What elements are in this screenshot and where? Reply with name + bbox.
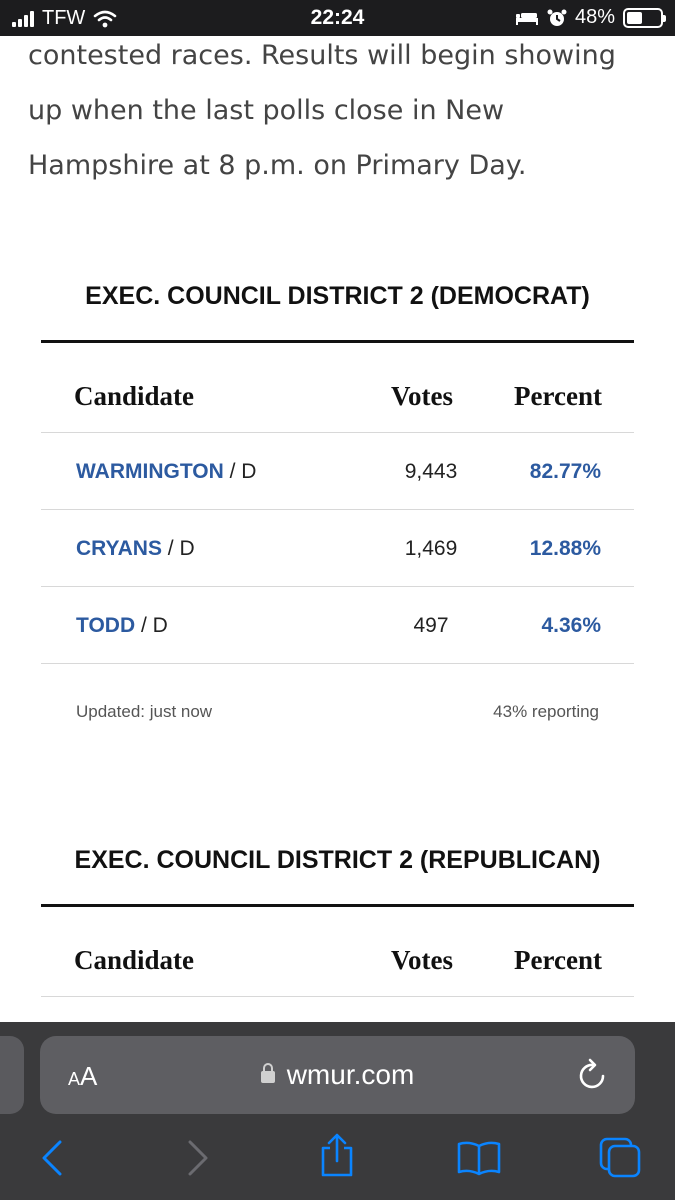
candidate-party: / D	[161, 537, 195, 560]
article-line: Hampshire at 8 p.m. on Primary Day.	[28, 150, 527, 181]
column-percent: Percent	[514, 945, 602, 975]
updated-label: Updated: just now	[76, 702, 213, 721]
column-candidate: Candidate	[74, 945, 195, 975]
article-text: contested races. Results will begin show…	[28, 28, 628, 193]
table-header: Candidate Votes Percent	[41, 907, 634, 997]
table-header: Candidate Votes Percent	[41, 343, 634, 433]
browser-bottom-bar: AA wmur.com	[0, 1022, 675, 1200]
bed-icon	[515, 12, 538, 25]
share-icon[interactable]	[318, 1132, 356, 1178]
battery-percent: 48%	[574, 6, 615, 28]
race-title: EXEC. COUNCIL DISTRICT 2 (DEMOCRAT)	[85, 282, 590, 310]
reporting-label: 43% reporting	[493, 702, 599, 721]
status-right: 48%	[515, 6, 666, 29]
domain-label: wmur.com	[286, 1059, 415, 1090]
table-row: WARMINGTON / D 9,443 82.77%	[41, 433, 634, 510]
vote-percent: 4.36%	[541, 614, 601, 637]
column-candidate: Candidate	[74, 381, 195, 411]
reload-icon[interactable]	[577, 1057, 609, 1091]
battery-icon	[623, 7, 666, 28]
candidate-party: / D	[223, 460, 257, 483]
vote-count: 497	[413, 614, 449, 637]
column-votes: Votes	[391, 381, 454, 411]
alarm-icon	[547, 9, 567, 26]
column-votes: Votes	[391, 945, 454, 975]
back-icon[interactable]	[38, 1138, 66, 1178]
table-row: TODD / D 497 4.36%	[41, 587, 634, 664]
column-percent: Percent	[514, 381, 602, 411]
table-row: CRYANS / D 1,469 12.88%	[41, 510, 634, 587]
race-results-republican: EXEC. COUNCIL DISTRICT 2 (REPUBLICAN) Ca…	[41, 846, 634, 997]
candidate-party: / D	[135, 614, 168, 637]
address-bar[interactable]: AA wmur.com	[40, 1036, 635, 1114]
url-display[interactable]: wmur.com	[40, 1059, 635, 1091]
lock-icon	[260, 1063, 275, 1083]
candidate-link[interactable]: WARMINGTON	[76, 460, 224, 483]
tabs-icon[interactable]	[598, 1136, 644, 1178]
race-footer: Updated: just now 43% reporting	[41, 664, 634, 721]
battery-fill	[627, 11, 643, 24]
race-results-democrat: EXEC. COUNCIL DISTRICT 2 (DEMOCRAT) Cand…	[41, 282, 634, 721]
previous-tab-edge[interactable]	[0, 1036, 24, 1114]
vote-percent: 12.88%	[529, 537, 601, 560]
forward-icon[interactable]	[184, 1138, 212, 1178]
article-line: contested races. Results will begin show…	[28, 40, 616, 71]
bookmarks-icon[interactable]	[456, 1140, 502, 1176]
candidate-link[interactable]: CRYANS	[76, 537, 162, 560]
candidate-link[interactable]: TODD	[76, 614, 135, 637]
vote-count: 1,469	[404, 537, 458, 560]
vote-count: 9,443	[404, 460, 458, 483]
race-title: EXEC. COUNCIL DISTRICT 2 (REPUBLICAN)	[74, 846, 601, 874]
vote-percent: 82.77%	[529, 460, 601, 483]
article-line: up when the last polls close in New	[28, 95, 505, 126]
